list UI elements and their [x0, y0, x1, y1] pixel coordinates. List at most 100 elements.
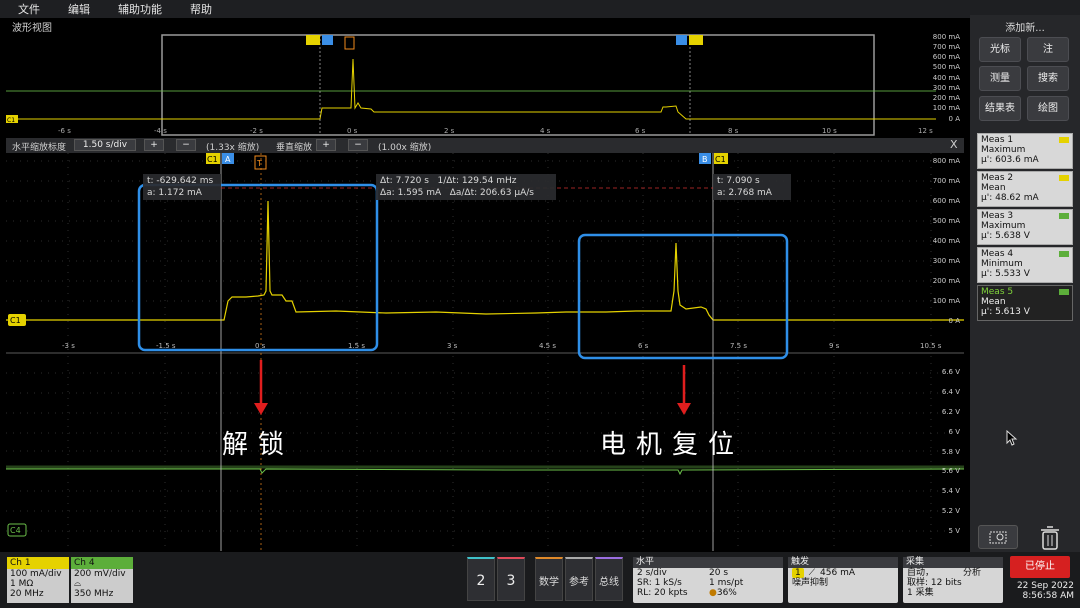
ch4-badge [1059, 213, 1069, 219]
trigger-level: 456 mA [820, 568, 856, 578]
ch1-badge [1059, 137, 1069, 143]
h-zoom-plus-button[interactable]: + [144, 139, 164, 151]
acq-mode: 自动， [907, 568, 935, 578]
delta-amp: Δa: 1.595 mA [380, 188, 442, 198]
cursor-a-amp: a: 1.172 mA [147, 188, 202, 198]
trash-icon[interactable] [1038, 525, 1062, 551]
ov-xtick: 4 s [540, 127, 551, 135]
measure-button[interactable]: 测量 [979, 66, 1021, 91]
meas-5-card[interactable]: Meas 5 Mean μ': 5.613 V [977, 285, 1073, 321]
h-zoom-minus-button[interactable]: − [176, 139, 196, 151]
menu-accessibility[interactable]: 辅助功能 [118, 1, 162, 17]
meas-3-card[interactable]: Meas 3 Maximum μ': 5.638 V [977, 209, 1073, 245]
meas-2-value: μ': 48.62 mA [981, 193, 1039, 203]
meas-2-card[interactable]: Meas 2 Mean μ': 48.62 mA [977, 171, 1073, 207]
menu-file[interactable]: 文件 [18, 1, 40, 17]
ov-xtick: -4 s [154, 127, 167, 135]
delta-freq: 1/Δt: 129.54 mHz [437, 176, 517, 186]
acquire-title: 采集 [903, 557, 1003, 568]
zoom-bar: 水平缩放标度 1.50 s/div + − (1.33x 缩放) 垂直缩放 + … [6, 138, 964, 153]
plot-button[interactable]: 绘图 [1027, 96, 1069, 121]
v-zoom-plus-button[interactable]: + [316, 139, 336, 151]
meas-2-type: Mean [981, 183, 1006, 193]
horizontal-panel[interactable]: 水平 2 s/div 20 s SR: 1 kS/s 1 ms/pt RL: 20 … [633, 557, 783, 603]
ytick-voltage: 5.6 V [942, 467, 960, 475]
ch1-badge-box[interactable]: Ch 1 100 mA/div 1 MΩ 20 MHz [7, 557, 69, 603]
h-time-per-point: 1 ms/pt [709, 578, 744, 588]
trigger-noise-reject: 噪声抑制 [792, 578, 829, 588]
trigger-panel[interactable]: 触发 1 ⟋ 456 mA 噪声抑制 [788, 557, 898, 603]
highlight-motor-reset [577, 233, 789, 360]
acq-bits: 取样: 12 bits [907, 578, 962, 588]
ytick-voltage: 6.4 V [942, 388, 960, 396]
xtick: 6 s [638, 342, 649, 350]
acq-count: 1 采集 [907, 588, 934, 598]
h-position-icon: ● [709, 588, 717, 598]
ytick-current: 200 mA [933, 277, 960, 285]
waveform-svg: -6 s -4 s -2 s 0 s 2 s 4 s 6 s 8 s 10 s … [6, 33, 965, 551]
ch1-title: Ch 1 [7, 557, 69, 569]
meas-1-type: Maximum [981, 145, 1026, 155]
horizontal-title: 水平 [633, 557, 783, 568]
ch4-title: Ch 4 [71, 557, 133, 569]
overview-cursor-a-tag [322, 35, 333, 45]
bottom-bar: Ch 1 100 mA/div 1 MΩ 20 MHz Ch 4 200 mV/… [0, 552, 1080, 608]
ov-xtick: 12 s [918, 127, 933, 135]
v-zoom-label: 垂直缩放 [276, 143, 313, 153]
results-table-button[interactable]: 结果表 [979, 96, 1021, 121]
ytick-voltage: 6.6 V [942, 368, 960, 376]
ytick-current: 800 mA [933, 157, 960, 165]
h-zoom-input[interactable]: 1.50 s/div [74, 139, 136, 151]
trigger-edge-icon: ⟋ [808, 568, 816, 578]
search-button[interactable]: 搜索 [1027, 66, 1069, 91]
ch4-bandwidth: 350 MHz [74, 589, 114, 599]
meas-1-value: μ': 603.6 mA [981, 155, 1039, 165]
zoom-close-button[interactable]: X [950, 138, 958, 151]
h-zoom-label: 水平缩放标度 [12, 143, 67, 153]
xtick: 10.5 s [920, 342, 942, 350]
meas-3-value: μ': 5.638 V [981, 231, 1030, 241]
cursor-a-time: t: -629.642 ms [147, 176, 214, 186]
menu-help[interactable]: 帮助 [190, 1, 212, 17]
cursor-button[interactable]: 光标 [979, 37, 1021, 62]
ch2-button[interactable]: 2 [467, 557, 495, 601]
ytick-current: 100 mA [933, 297, 960, 305]
ytick-voltage: 6 V [949, 428, 961, 436]
ytick-current: 600 mA [933, 197, 960, 205]
zoom-search-icon [989, 531, 1007, 544]
arrow-motor-head [677, 403, 691, 415]
h-position: 36% [716, 588, 737, 598]
annotation-unlock: 解锁 [222, 430, 295, 460]
note-button[interactable]: 注 [1027, 37, 1069, 62]
overview-plot: -6 s -4 s -2 s 0 s 2 s 4 s 6 s 8 s 10 s … [6, 33, 960, 136]
waveform-view-title: 波形视图 [12, 23, 52, 34]
menu-bar: 文件 编辑 辅助功能 帮助 [0, 0, 1080, 18]
ytick-voltage: 5.2 V [942, 507, 960, 515]
run-stop-button[interactable]: 已停止 [1010, 556, 1070, 578]
ytick-current: 400 mA [933, 237, 960, 245]
menu-edit[interactable]: 编辑 [68, 1, 90, 17]
zoom-tool-button[interactable] [978, 525, 1018, 549]
meas-1-card[interactable]: Meas 1 Maximum μ': 603.6 mA [977, 133, 1073, 169]
ov-xtick: 0 s [347, 127, 358, 135]
waveform-view[interactable]: -6 s -4 s -2 s 0 s 2 s 4 s 6 s 8 s 10 s … [6, 33, 965, 551]
acquire-panel[interactable]: 采集 自动， 分析 取样: 12 bits 1 采集 [903, 557, 1003, 603]
ytick-current: 500 mA [933, 217, 960, 225]
meas-4-name: Meas 4 [981, 249, 1014, 259]
ov-ytick: 800 mA [933, 33, 960, 41]
overview-cursor-b-tag [676, 35, 687, 45]
ch3-button[interactable]: 3 [497, 557, 525, 601]
cursor-b-amp: a: 2.768 mA [717, 188, 772, 198]
ch4-badge-box[interactable]: Ch 4 200 mV/div ⌓ 350 MHz [71, 557, 133, 603]
cursor-a-tag-label: A [225, 155, 231, 164]
v-zoom-minus-button[interactable]: − [348, 139, 368, 151]
bus-button[interactable]: 总线 [595, 557, 623, 601]
trigger-icon-label: T [256, 159, 262, 168]
ov-ytick: 600 mA [933, 53, 960, 61]
meas-4-card[interactable]: Meas 4 Minimum μ': 5.533 V [977, 247, 1073, 283]
h-zoom-factor: (1.33x 缩放) [206, 143, 260, 153]
math-button[interactable]: 数学 [535, 557, 563, 601]
ref-button[interactable]: 参考 [565, 557, 593, 601]
ch4-trace [6, 468, 965, 476]
trigger-channel: 1 [792, 568, 804, 578]
